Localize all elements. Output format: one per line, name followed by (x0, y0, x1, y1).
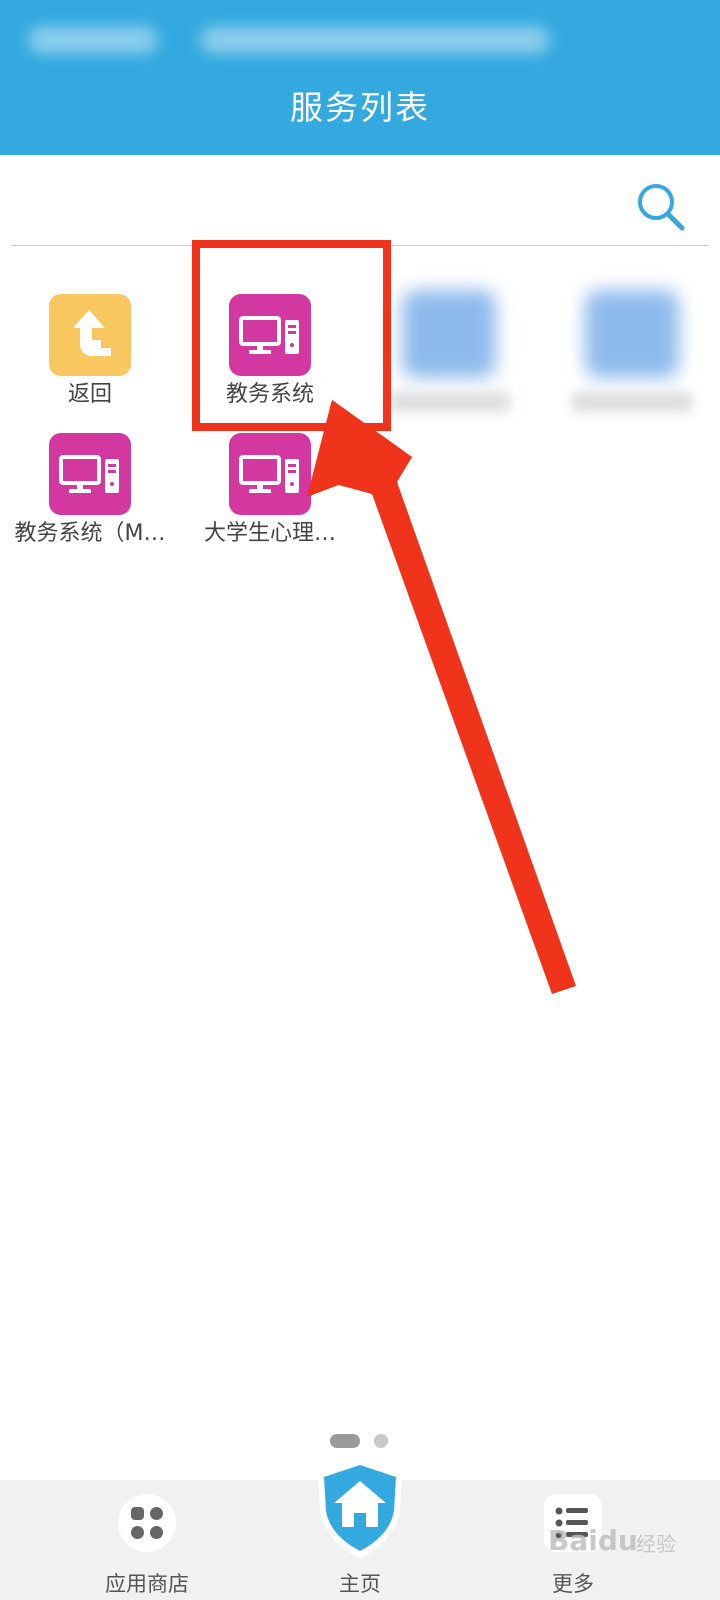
annotation-arrow (307, 400, 576, 994)
home-shield-icon[interactable] (312, 1455, 408, 1565)
nav-label: 主页 (339, 1572, 381, 1596)
nav-label: 应用商店 (105, 1572, 189, 1596)
page-dot-active (330, 1434, 360, 1448)
nav-label: 更多 (552, 1572, 594, 1596)
app-store-icon-bg (118, 1494, 176, 1552)
app-store-icon (131, 1507, 163, 1539)
baidu-watermark: Baidu (548, 1524, 638, 1557)
page-dot (374, 1434, 388, 1448)
nav-app-store[interactable]: 应用商店 (67, 1480, 227, 1600)
baidu-watermark-sub: 经验 (636, 1532, 676, 1556)
